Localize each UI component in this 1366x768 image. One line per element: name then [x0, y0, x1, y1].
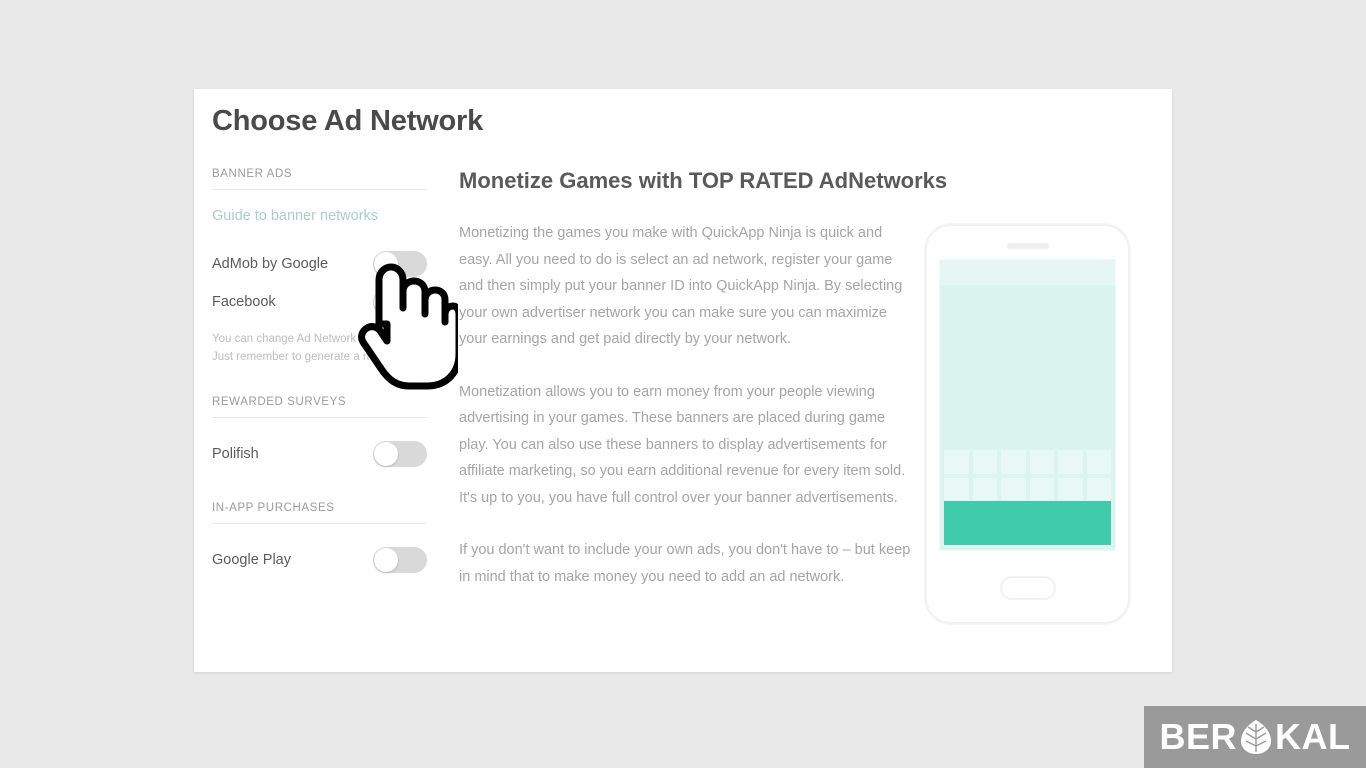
- phone-key: [1058, 450, 1083, 474]
- section-label-in-app-purchases: IN-APP PURCHASES: [212, 502, 427, 524]
- content-paragraph-2: Monetization allows you to earn money fr…: [459, 383, 906, 506]
- watermark-text-before: BER: [1159, 716, 1237, 757]
- network-row-polifish[interactable]: Polifish: [212, 436, 427, 472]
- page-title: Choose Ad Network: [212, 105, 484, 137]
- phone-screen: [939, 259, 1116, 551]
- section-label-rewarded-surveys: REWARDED SURVEYS: [212, 396, 427, 418]
- section-label-banner-ads: BANNER ADS: [212, 168, 427, 190]
- network-row-google-play[interactable]: Google Play: [212, 542, 427, 578]
- phone-content-area: [940, 285, 1115, 445]
- toggle-knob-icon: [374, 548, 398, 572]
- toggle-admob[interactable]: [373, 251, 427, 277]
- network-row-facebook[interactable]: Facebook: [212, 284, 427, 320]
- toggle-polifish[interactable]: [373, 441, 427, 467]
- phone-statusbar: [940, 260, 1115, 285]
- phone-ad-banner: [944, 501, 1111, 545]
- phone-key: [1086, 450, 1111, 474]
- leaf-brain-icon: [1239, 719, 1273, 755]
- choose-ad-network-card: Choose Ad Network BANNER ADS Guide to ba…: [194, 89, 1172, 672]
- ad-network-note-line-2: Just remember to generate a new: [212, 351, 384, 363]
- phone-key: [1001, 478, 1026, 502]
- phone-key: [1001, 450, 1026, 474]
- ad-network-note: You can change Ad Network at Just rememb…: [212, 330, 427, 366]
- network-label-google-play: Google Play: [212, 552, 291, 568]
- watermark-text-after: KAL: [1275, 716, 1351, 757]
- phone-key: [944, 450, 969, 474]
- phone-key: [1058, 478, 1083, 502]
- watermark-berakal: BER KAL: [1144, 706, 1366, 768]
- network-label-facebook: Facebook: [212, 294, 276, 310]
- phone-key: [1029, 450, 1054, 474]
- content-paragraph-1: Monetizing the games you make with Quick…: [459, 225, 903, 347]
- ad-network-sidebar: BANNER ADS Guide to banner networks AdMo…: [212, 168, 427, 580]
- toggle-knob-icon: [374, 252, 398, 276]
- phone-key: [1086, 478, 1111, 502]
- phone-key: [972, 478, 997, 502]
- ad-network-description: Monetize Games with TOP RATED AdNetworks…: [459, 168, 948, 616]
- toggle-google-play[interactable]: [373, 547, 427, 573]
- phone-speaker-icon: [1006, 243, 1049, 249]
- network-label-polifish: Polifish: [212, 446, 259, 462]
- phone-key: [1029, 478, 1054, 502]
- toggle-knob-icon: [374, 290, 398, 314]
- phone-key: [972, 450, 997, 474]
- network-label-admob: AdMob by Google: [212, 256, 329, 272]
- content-paragraph-3: If you don't want to include your own ad…: [459, 542, 911, 585]
- phone-keyboard-grid: [940, 446, 1115, 506]
- toggle-knob-icon: [374, 442, 398, 466]
- toggle-facebook[interactable]: [373, 289, 427, 315]
- phone-key: [944, 478, 969, 502]
- guide-to-banner-networks-link[interactable]: Guide to banner networks: [212, 208, 427, 224]
- ad-network-note-line-1: You can change Ad Network at: [212, 333, 369, 345]
- phone-home-button-icon: [999, 576, 1056, 600]
- network-row-admob[interactable]: AdMob by Google: [212, 246, 427, 282]
- content-heading: Monetize Games with TOP RATED AdNetworks: [459, 168, 948, 193]
- phone-mockup-illustration: [925, 224, 1130, 624]
